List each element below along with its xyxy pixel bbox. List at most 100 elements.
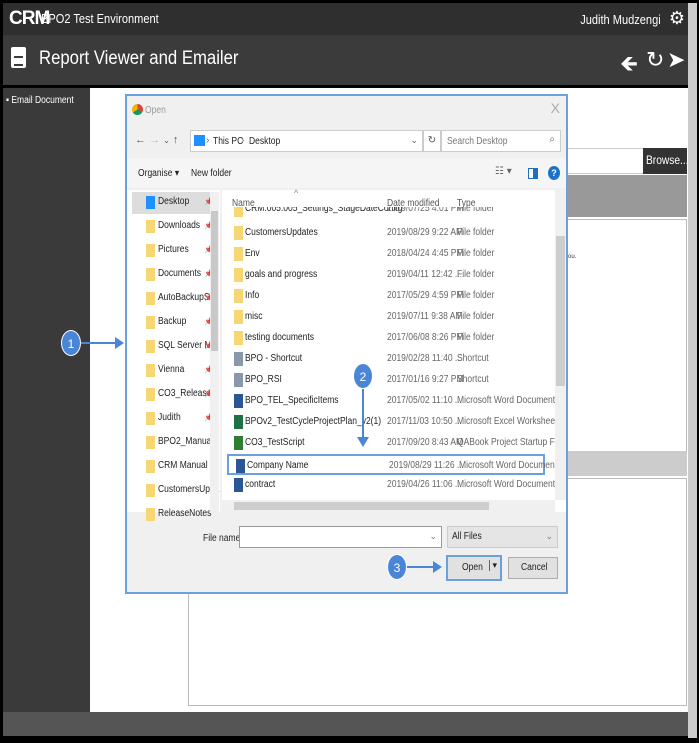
sidebar-item-email-document[interactable]: ▪ Email Document: [6, 95, 74, 106]
dialog-title: Open: [145, 105, 166, 116]
shortcut-icon: [234, 373, 243, 387]
nav-item[interactable]: Judith 📌: [132, 408, 214, 430]
recent-dropdown-icon[interactable]: ⌄: [163, 136, 170, 145]
page-title: Report Viewer and Emailer: [39, 48, 239, 69]
file-vertical-scrollbar-thumb[interactable]: [556, 236, 565, 386]
file-row[interactable]: Company Name 2019/08/29 11:26 ... Microsof…: [227, 454, 557, 475]
file-row[interactable]: BPO - Shortcut 2019/02/28 11:40 ... Shortc…: [227, 349, 545, 370]
view-options-icon[interactable]: ☷ ▾: [495, 166, 512, 177]
breadcrumb-this-pc[interactable]: This PC: [213, 136, 243, 147]
file-row[interactable]: BPO_TEL_SpecificItems 2017/05/02 11:10 ..…: [227, 391, 555, 412]
organise-menu[interactable]: Organise ▾: [138, 168, 179, 179]
file-name: Info: [245, 290, 260, 301]
top-bar: CRM BPO2 Test Environment Judith Mudzeng…: [3, 3, 689, 35]
folder-icon: [234, 247, 243, 261]
sidebar: ▪ Email Document: [3, 88, 90, 712]
nav-item[interactable]: CRM Manual 3: [132, 456, 215, 478]
file-row[interactable]: Env 2018/04/24 4:45 PM File folder: [227, 244, 545, 265]
nav-item[interactable]: Vienna 📌: [132, 360, 214, 382]
nav-item[interactable]: SQL Server M 📌: [132, 336, 214, 358]
folder-icon: [234, 310, 243, 324]
sidebar-item-label: Email Document: [11, 95, 74, 106]
send-icon[interactable]: ➤: [667, 47, 685, 73]
folder-icon: [146, 292, 155, 305]
shortcut-icon: [234, 352, 243, 366]
open-button[interactable]: Open ▾: [446, 555, 502, 581]
callout-3: 3: [387, 554, 407, 580]
folder-icon: [234, 226, 243, 240]
file-type: Microsoft Word Document: [459, 460, 558, 471]
folder-icon: [146, 244, 155, 257]
nav-item[interactable]: Pictures 📌: [132, 240, 214, 262]
chevron-down-icon[interactable]: ⌄: [410, 135, 418, 146]
file-name: BPO_RSI: [245, 374, 282, 385]
cancel-button[interactable]: Cancel: [508, 557, 558, 579]
file-row[interactable]: contract 2019/04/26 11:06 ... Microsoft Wo…: [227, 475, 555, 496]
close-button[interactable]: X: [551, 100, 560, 116]
nav-item-label: Vienna: [158, 364, 185, 375]
breadcrumb-desktop[interactable]: Desktop: [249, 136, 280, 147]
file-date: 2017/09/20 8:43 AM: [387, 437, 464, 448]
file-type-select[interactable]: All Files ⌄: [447, 526, 558, 548]
file-row[interactable]: misc 2019/07/11 9:38 AM File folder: [227, 307, 545, 328]
file-type: Microsoft Word Document: [457, 479, 556, 490]
file-name: BPO_TEL_SpecificItems: [245, 395, 339, 406]
back-icon[interactable]: ←: [135, 134, 146, 146]
address-bar[interactable]: › This PC › Desktop ⌄: [190, 130, 423, 152]
back-arrow-icon[interactable]: 🡸: [620, 47, 638, 85]
nav-item[interactable]: BPO2_Manuals: [132, 432, 218, 454]
file-row[interactable]: BPO_RSI 2017/01/16 9:27 PM Shortcut: [227, 370, 545, 391]
word-icon: [234, 394, 243, 408]
qa-icon: [234, 436, 243, 450]
document-icon: [11, 47, 26, 68]
nav-item[interactable]: ReleaseNotes: [132, 504, 214, 526]
file-name: CO3_TestScript: [245, 437, 305, 448]
new-folder-button[interactable]: New folder: [191, 168, 232, 179]
nav-item-label: Judith: [158, 412, 181, 423]
file-name: misc: [245, 311, 263, 322]
file-row[interactable]: BPOv2_TestCycleProjectPlan_v2(1) 2017/11/…: [227, 412, 557, 433]
file-type: Microsoft Excel Worksheet: [457, 416, 558, 427]
nav-item[interactable]: CustomersUpda: [132, 480, 219, 502]
nav-item[interactable]: Backup 📌: [132, 312, 214, 334]
file-type: File folder: [457, 248, 495, 259]
gear-icon[interactable]: ⚙: [669, 8, 685, 29]
file-date: 2019/07/11 9:38 AM: [387, 311, 463, 322]
file-path-input[interactable]: [560, 148, 643, 174]
folder-icon: [146, 508, 155, 521]
forward-icon[interactable]: →: [149, 134, 160, 146]
sort-up-icon: ^: [294, 188, 299, 198]
refresh-icon[interactable]: ↻: [423, 130, 441, 152]
file-row[interactable]: testing documents 2017/06/08 8:26 PM File …: [227, 328, 545, 349]
nav-scrollbar-thumb[interactable]: [211, 211, 218, 351]
help-icon[interactable]: ?: [548, 166, 560, 180]
file-type: QABook Project Startup File: [457, 437, 564, 448]
file-name: BPOv2_TestCycleProjectPlan_v2(1): [245, 416, 382, 427]
excel-icon: [234, 415, 243, 429]
file-row[interactable]: Info 2017/05/29 4:59 PM File folder: [227, 286, 545, 307]
search-input[interactable]: Search Desktop ⌕: [441, 130, 561, 152]
nav-item[interactable]: Documents 📌: [132, 264, 214, 286]
file-name-input[interactable]: ⌄: [239, 526, 442, 548]
file-list: Name ^ Date modified Type CRM.005.005_Se…: [222, 188, 566, 512]
page-scrollbar[interactable]: [688, 3, 697, 738]
nav-item-label: Downloads: [158, 220, 201, 231]
folder-icon: [146, 388, 155, 401]
nav-arrows[interactable]: ← → ⌄ ↑: [135, 134, 178, 146]
nav-item[interactable]: CO3_Releases 📌: [132, 384, 216, 406]
file-horizontal-scrollbar-thumb[interactable]: [234, 502, 489, 510]
file-type: File folder: [457, 311, 495, 322]
file-row[interactable]: CustomersUpdates 2019/08/29 9:22 AM File f…: [227, 223, 545, 244]
user-name[interactable]: Judith Mudzengi: [581, 12, 661, 27]
preview-pane-icon[interactable]: [528, 168, 538, 179]
file-row[interactable]: goals and progress 2019/04/11 12:42 ... Fi…: [227, 265, 545, 286]
nav-item[interactable]: Downloads 📌: [132, 216, 214, 238]
nav-item[interactable]: Desktop 📌: [132, 192, 214, 214]
refresh-icon[interactable]: ↻: [646, 47, 664, 73]
file-row[interactable]: CO3_TestScript 2017/09/20 8:43 AM QABook P…: [227, 433, 563, 454]
file-row[interactable]: CRM.005.005_Settings_StageDateConfig 2019…: [227, 207, 545, 217]
up-icon[interactable]: ↑: [173, 134, 179, 146]
file-type: Microsoft Word Document: [457, 395, 556, 406]
nav-item[interactable]: AutoBackupS 📌: [132, 288, 214, 310]
browse-button[interactable]: Browse...: [643, 148, 689, 174]
